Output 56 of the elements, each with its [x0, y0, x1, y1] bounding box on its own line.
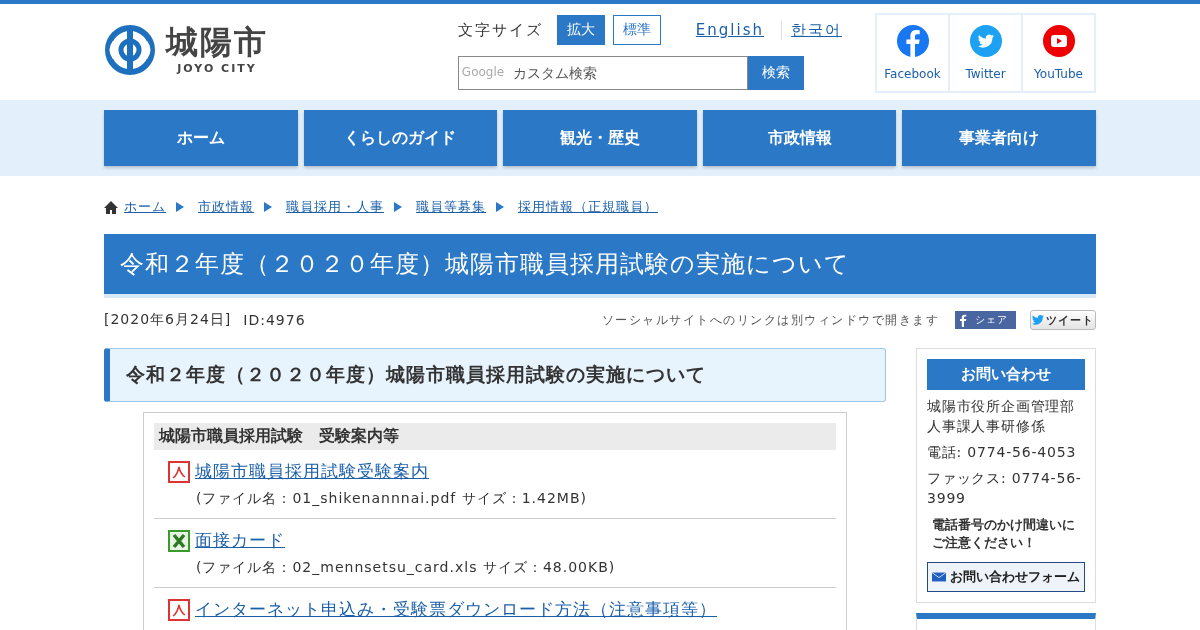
social-link[interactable]: YouTube — [1021, 15, 1094, 91]
arrow-icon — [264, 202, 272, 212]
breadcrumb-link[interactable]: ホーム — [124, 198, 166, 216]
social-link[interactable]: Twitter — [948, 15, 1021, 91]
contact-text: 電話: 0774-56-4053 — [927, 443, 1078, 462]
nav-item[interactable]: 事業者向け — [902, 110, 1096, 166]
breadcrumb-link[interactable]: 市政情報 — [198, 198, 254, 216]
nav-item[interactable]: くらしのガイド — [303, 110, 498, 166]
search-brand: Google — [461, 65, 505, 79]
breadcrumb-link[interactable]: 職員等募集 — [416, 198, 486, 216]
breadcrumb-link[interactable]: 職員採用・人事 — [286, 198, 384, 216]
contact-text: 城陽市役所企画管理部人事課人事研修係 — [927, 397, 1076, 436]
page-id: ID:4976 — [243, 312, 306, 328]
file-link[interactable]: 面接カード — [195, 529, 285, 552]
file-info: (ファイル名：01_shikenannnai.pdf サイズ：1.42MB) — [196, 490, 588, 508]
arrow-icon — [176, 202, 184, 212]
nav-item[interactable]: 観光・歴史 — [503, 110, 697, 166]
mail-icon — [932, 570, 946, 584]
font-size-button[interactable]: 拡大 — [556, 15, 605, 45]
page-title: 令和２年度（２０２０年度）城陽市職員採用試験の実施について — [104, 234, 1096, 298]
search-button[interactable]: 検索 — [747, 56, 804, 90]
arrow-icon — [394, 202, 402, 212]
city-emblem-icon — [104, 24, 156, 76]
language-link[interactable]: English — [686, 21, 773, 39]
contact-form-button[interactable]: お問い合わせフォーム — [927, 562, 1085, 592]
play-icon — [1042, 25, 1075, 57]
section-heading: 令和２年度（２０２０年度）城陽市職員採用試験の実施について — [104, 348, 886, 402]
bird-icon — [1032, 315, 1044, 325]
arrow-icon — [496, 202, 504, 212]
pdf-icon — [168, 598, 190, 621]
spreadsheet-icon — [168, 529, 190, 552]
tweet-button[interactable]: ツイート — [1030, 310, 1096, 330]
file-link[interactable]: 城陽市職員採用試験受験案内 — [195, 460, 429, 483]
dialing-warning: 電話番号のかけ間違いにご注意ください！ — [931, 516, 1076, 552]
home-icon — [104, 200, 118, 214]
contact-heading: お問い合わせ — [927, 359, 1085, 390]
pdf-icon — [168, 460, 190, 483]
language-link[interactable]: 한국어 — [781, 20, 851, 40]
publish-date: [2020年6月24日] — [104, 311, 232, 329]
font-size-button[interactable]: 標準 — [612, 15, 661, 45]
site-subtitle: JOYO CITY — [177, 61, 257, 75]
nav-item[interactable]: 市政情報 — [702, 110, 897, 166]
facebook-icon — [959, 313, 967, 327]
social-link[interactable]: Facebook — [877, 15, 948, 91]
breadcrumb-link[interactable]: 採用情報（正規職員） — [518, 198, 658, 216]
site-name: 城陽市 — [166, 25, 268, 58]
file-list-heading: 城陽市職員採用試験 受験案内等 — [154, 423, 836, 450]
nav-item[interactable]: ホーム — [104, 110, 298, 166]
social-note: ソーシャルサイトへのリンクは別ウィンドウで開きます — [601, 311, 939, 329]
font-size-label: 文字サイズ — [457, 20, 543, 40]
share-button[interactable]: シェア — [955, 311, 1016, 329]
file-info: (ファイル名：02_mennsetsu_card.xls サイズ：48.00KB) — [196, 559, 617, 577]
bird-icon — [969, 25, 1002, 57]
contact-text: ファックス: 0774-56-3999 — [927, 469, 1083, 508]
facebook-icon — [896, 25, 929, 57]
file-link[interactable]: インターネット申込み・受験票ダウンロード方法（注意事項等） — [195, 598, 717, 621]
